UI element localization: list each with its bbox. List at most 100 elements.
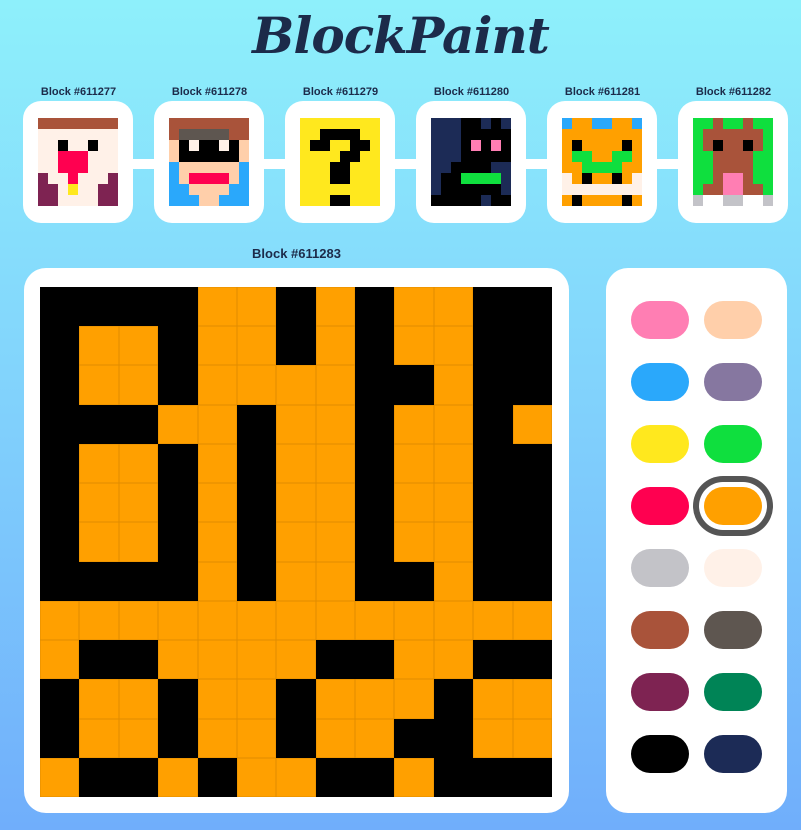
canvas-pixel[interactable]	[79, 483, 119, 523]
canvas-pixel[interactable]	[197, 443, 237, 484]
color-swatch-brown[interactable]	[631, 611, 689, 649]
canvas-pixel[interactable]	[236, 600, 277, 641]
canvas-pixel[interactable]	[197, 757, 237, 797]
canvas-pixel[interactable]	[236, 483, 277, 523]
canvas-pixel[interactable]	[276, 600, 316, 641]
canvas-pixel[interactable]	[473, 443, 513, 484]
canvas-pixel[interactable]	[433, 326, 474, 366]
canvas-pixel[interactable]	[79, 640, 119, 680]
canvas-pixel[interactable]	[276, 718, 316, 758]
canvas-pixel[interactable]	[158, 326, 198, 366]
canvas-pixel[interactable]	[118, 404, 159, 444]
block-thumbnail-611281[interactable]	[547, 101, 657, 223]
canvas-pixel[interactable]	[40, 718, 80, 758]
canvas-pixel[interactable]	[40, 600, 80, 641]
canvas-pixel[interactable]	[315, 443, 356, 484]
color-swatch-navy[interactable]	[704, 735, 762, 773]
color-swatch-plum[interactable]	[631, 673, 689, 711]
canvas-pixel[interactable]	[79, 365, 119, 405]
canvas-pixel[interactable]	[40, 757, 80, 797]
block-thumbnail-611280[interactable]	[416, 101, 526, 223]
canvas-pixel[interactable]	[118, 522, 159, 562]
canvas-pixel[interactable]	[433, 483, 474, 523]
canvas-pixel[interactable]	[276, 483, 316, 523]
canvas-pixel[interactable]	[512, 522, 552, 562]
canvas-pixel[interactable]	[355, 561, 395, 601]
canvas-pixel[interactable]	[197, 483, 237, 523]
canvas-pixel[interactable]	[158, 483, 198, 523]
canvas-pixel[interactable]	[315, 757, 356, 797]
canvas-pixel[interactable]	[236, 287, 277, 327]
canvas-pixel[interactable]	[118, 443, 159, 484]
canvas-pixel[interactable]	[276, 561, 316, 601]
canvas-pixel[interactable]	[236, 365, 277, 405]
color-swatch-peach[interactable]	[704, 301, 762, 339]
canvas-pixel[interactable]	[236, 443, 277, 484]
canvas-pixel[interactable]	[79, 522, 119, 562]
canvas-pixel[interactable]	[79, 718, 119, 758]
canvas-pixel[interactable]	[315, 522, 356, 562]
canvas-pixel[interactable]	[473, 483, 513, 523]
canvas-pixel[interactable]	[394, 757, 434, 797]
color-swatch-black[interactable]	[631, 735, 689, 773]
canvas-pixel[interactable]	[394, 718, 434, 758]
color-swatch-sky-blue[interactable]	[631, 363, 689, 401]
canvas-pixel[interactable]	[315, 640, 356, 680]
canvas-pixel[interactable]	[276, 287, 316, 327]
canvas-pixel[interactable]	[355, 718, 395, 758]
canvas-pixel[interactable]	[473, 326, 513, 366]
canvas-pixel[interactable]	[276, 326, 316, 366]
canvas-pixel[interactable]	[433, 522, 474, 562]
canvas-pixel[interactable]	[158, 365, 198, 405]
canvas-pixel[interactable]	[197, 718, 237, 758]
canvas-pixel[interactable]	[158, 640, 198, 680]
canvas-pixel[interactable]	[355, 483, 395, 523]
canvas-pixel[interactable]	[512, 404, 552, 444]
canvas-pixel[interactable]	[473, 600, 513, 641]
canvas-pixel[interactable]	[40, 522, 80, 562]
block-thumbnail-611282[interactable]	[678, 101, 788, 223]
canvas-pixel[interactable]	[433, 757, 474, 797]
color-swatch-orange[interactable]	[704, 487, 762, 525]
canvas-pixel[interactable]	[394, 640, 434, 680]
color-swatch-pink[interactable]	[631, 301, 689, 339]
color-swatch-red[interactable]	[631, 487, 689, 525]
canvas-pixel[interactable]	[394, 443, 434, 484]
color-swatch-lavender[interactable]	[704, 363, 762, 401]
canvas-pixel[interactable]	[276, 679, 316, 719]
block-thumbnail-611279[interactable]	[285, 101, 395, 223]
canvas-pixel[interactable]	[355, 326, 395, 366]
canvas-pixel[interactable]	[40, 404, 80, 444]
canvas-pixel[interactable]	[355, 365, 395, 405]
canvas-pixel[interactable]	[158, 404, 198, 444]
canvas-pixel[interactable]	[197, 679, 237, 719]
canvas-pixel[interactable]	[512, 365, 552, 405]
canvas-pixel[interactable]	[394, 483, 434, 523]
canvas-pixel[interactable]	[394, 522, 434, 562]
canvas-pixel[interactable]	[512, 561, 552, 601]
canvas-pixel[interactable]	[355, 404, 395, 444]
canvas-pixel[interactable]	[355, 287, 395, 327]
canvas-pixel[interactable]	[118, 365, 159, 405]
canvas-pixel[interactable]	[315, 483, 356, 523]
canvas-pixel[interactable]	[40, 483, 80, 523]
canvas-pixel[interactable]	[355, 522, 395, 562]
canvas-pixel[interactable]	[118, 326, 159, 366]
canvas-pixel[interactable]	[473, 287, 513, 327]
canvas-pixel[interactable]	[197, 404, 237, 444]
canvas-pixel[interactable]	[433, 404, 474, 444]
canvas-pixel[interactable]	[40, 326, 80, 366]
canvas-pixel[interactable]	[197, 522, 237, 562]
block-thumbnail-611278[interactable]	[154, 101, 264, 223]
canvas-pixel[interactable]	[236, 522, 277, 562]
canvas-pixel[interactable]	[512, 443, 552, 484]
canvas-pixel[interactable]	[236, 326, 277, 366]
canvas-pixel[interactable]	[433, 287, 474, 327]
canvas-pixel[interactable]	[315, 365, 356, 405]
canvas-pixel[interactable]	[158, 679, 198, 719]
canvas-pixel[interactable]	[433, 443, 474, 484]
canvas-pixel[interactable]	[355, 757, 395, 797]
canvas-pixel[interactable]	[512, 640, 552, 680]
canvas-pixel[interactable]	[394, 600, 434, 641]
canvas-pixel[interactable]	[276, 757, 316, 797]
